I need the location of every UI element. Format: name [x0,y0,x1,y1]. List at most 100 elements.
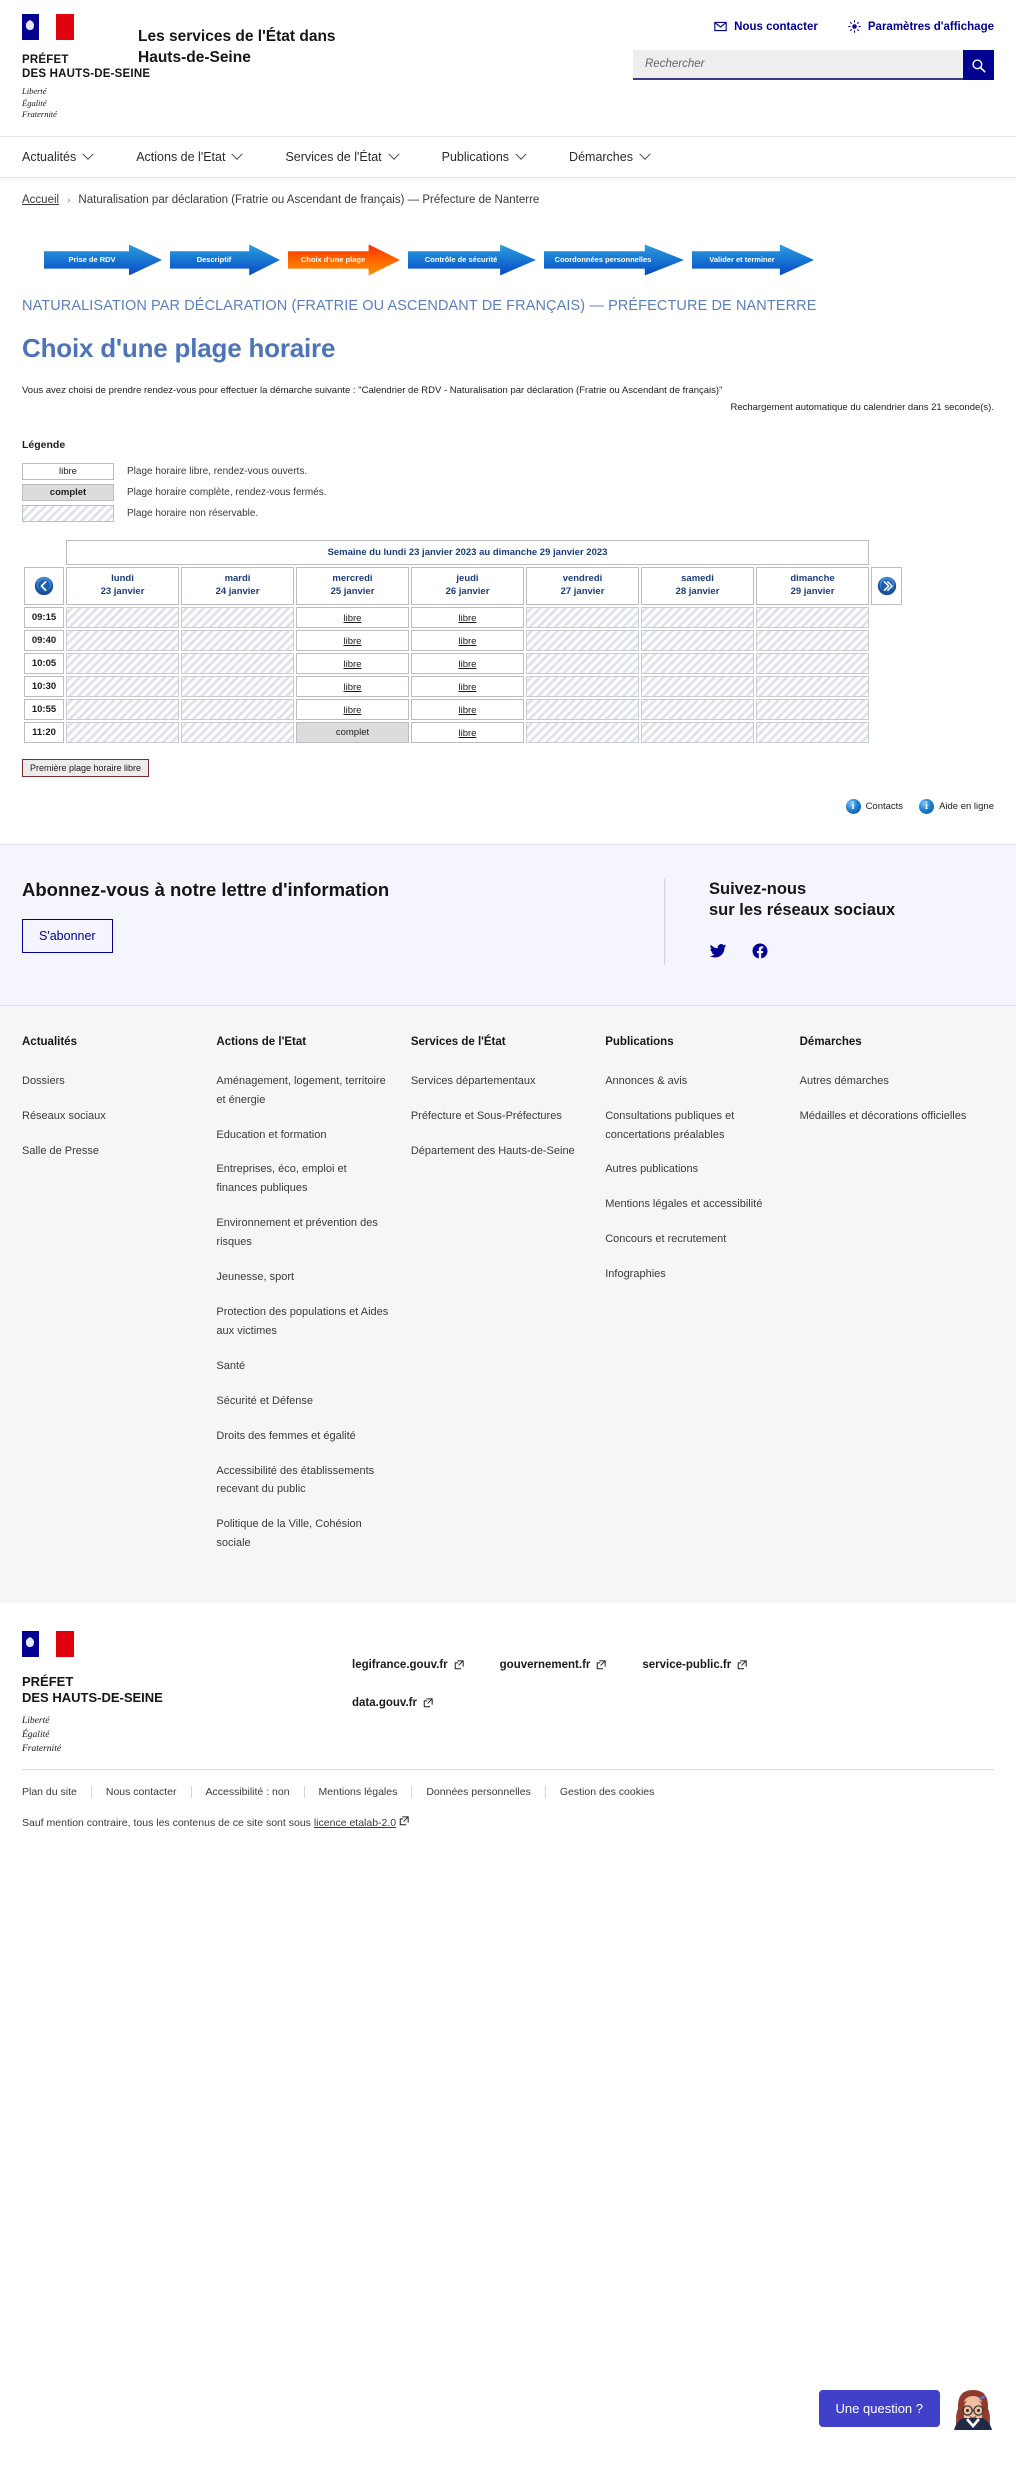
footer-link[interactable]: Préfecture et Sous-Préfectures [411,1107,583,1126]
twitter-link[interactable] [709,942,727,965]
slot-free-link[interactable]: libre [459,728,477,739]
contacts-help-link[interactable]: i Contacts [845,798,904,814]
first-free-slot-button[interactable]: Première plage horaire libre [22,758,150,777]
footer-link[interactable]: Annonces & avis [605,1072,777,1091]
slot-free-link[interactable]: libre [344,705,362,716]
nav-item-actions-de-l-etat[interactable]: Actions de l'Etat [136,137,263,177]
calendar-row: 10:55 libre libre [24,698,902,720]
calendar-slot-free[interactable]: libre [296,629,409,651]
external-link[interactable]: legifrance.gouv.fr [352,1659,464,1671]
slot-free-link[interactable]: libre [344,659,362,670]
footer-link[interactable]: Mentions légales et accessibilité [605,1195,777,1214]
external-link[interactable]: gouvernement.fr [500,1659,607,1671]
search-button[interactable] [963,50,994,80]
calendar-slot-free[interactable]: libre [296,675,409,697]
facebook-link[interactable] [751,942,769,965]
stepper-step-4[interactable]: Contrôle de sécurité [408,244,536,276]
footer-link[interactable]: Salle de Presse [22,1142,194,1161]
facebook-icon [752,943,768,959]
display-settings-link[interactable]: Paramètres d'affichage [848,20,994,33]
stepper-step-6[interactable]: Valider et terminer [692,244,814,276]
contact-link[interactable]: Nous contacter [714,20,818,33]
nav-item-d-marches[interactable]: Démarches [569,137,671,177]
license-link[interactable]: licence etalab-2.0 [314,1817,396,1829]
marianne-logo: PRÉFET DES HAUTS-DE-SEINE Liberté Égalit… [22,14,150,120]
slot-free-link[interactable]: libre [459,613,477,624]
slot-free-link[interactable]: libre [459,636,477,647]
previous-week-button[interactable] [24,567,64,605]
footer-link[interactable]: Concours et recrutement [605,1230,777,1249]
search-input[interactable] [633,50,963,80]
footer-link[interactable]: Santé [216,1357,388,1376]
footer-link[interactable]: Dossiers [22,1072,194,1091]
footer-meta-link[interactable]: Plan du site [22,1786,91,1798]
calendar-slot-free[interactable]: libre [411,721,524,743]
footer-meta-link[interactable]: Mentions légales [303,1785,412,1798]
calendar-row: 10:05 libre libre [24,652,902,674]
footer-link[interactable]: Droits des femmes et égalité [216,1427,388,1446]
marianne-line-1: PRÉFET [22,54,69,66]
footer-link[interactable]: Département des Hauts-de-Seine [411,1142,583,1161]
stepper-step-1[interactable]: Prise de RDV [44,244,162,276]
subscribe-button[interactable]: S'abonner [22,918,113,953]
footer-link[interactable]: Education et formation [216,1126,388,1145]
next-week-button[interactable] [871,567,902,605]
footer-link[interactable]: Jeunesse, sport [216,1268,388,1287]
footer-link[interactable]: Autres publications [605,1160,777,1179]
chat-avatar-icon[interactable] [952,2386,994,2430]
footer-link[interactable]: Entreprises, éco, emploi et finances pub… [216,1160,388,1198]
calendar-slot-free[interactable]: libre [411,698,524,720]
footer-link[interactable]: Politique de la Ville, Cohésion sociale [216,1515,388,1553]
search-bar[interactable] [633,50,994,80]
footer-meta-link[interactable]: Gestion des cookies [544,1785,669,1798]
calendar-slot-free[interactable]: libre [296,698,409,720]
calendar-slot-free[interactable]: libre [411,675,524,697]
footer-link[interactable]: Médailles et décorations officielles [800,1107,972,1126]
marianne-title: PRÉFET DES HAUTS-DE-SEINE [22,53,150,81]
online-help-link[interactable]: i Aide en ligne [919,798,994,814]
footer-logo-title: PRÉFET DES HAUTS-DE-SEINE [22,1674,352,1706]
external-link[interactable]: data.gouv.fr [352,1697,433,1709]
nav-item-label: Actualités [22,150,77,165]
stepper-step-3[interactable]: Choix d'une plage [288,244,400,276]
footer-meta-link[interactable]: Accessibilité : non [190,1785,304,1798]
external-links-row-2: data.gouv.fr [352,1697,994,1709]
footer-meta-link[interactable]: Données personnelles [411,1785,545,1798]
chat-widget[interactable]: Une question ? [818,2386,994,2430]
chat-question-button[interactable]: Une question ? [818,2389,940,2427]
breadcrumb-home[interactable]: Accueil [22,194,59,206]
footer-link[interactable]: Accessibilité des établissements recevan… [216,1462,388,1500]
slot-free-link[interactable]: libre [344,682,362,693]
page-title: Choix d'une plage horaire [22,333,336,363]
brand-block[interactable]: PRÉFET DES HAUTS-DE-SEINE Liberté Égalit… [22,14,368,120]
calendar-slot-free[interactable]: libre [296,606,409,628]
calendar-slot-free[interactable]: libre [411,652,524,674]
slot-free-link[interactable]: libre [344,636,362,647]
footer-link[interactable]: Environnement et prévention des risques [216,1214,388,1252]
footer-link[interactable]: Sécurité et Défense [216,1392,388,1411]
footer-link[interactable]: Services départementaux [411,1072,583,1091]
calendar-day-date: 25 janvier [330,586,375,598]
calendar-slot-free[interactable]: libre [411,606,524,628]
stepper-step-5[interactable]: Coordonnées personnelles [544,244,684,276]
calendar-slot-free[interactable]: libre [411,629,524,651]
footer-link[interactable]: Consultations publiques et concertations… [605,1107,777,1145]
footer-link[interactable]: Réseaux sociaux [22,1107,194,1126]
calendar-slot-free[interactable]: libre [296,652,409,674]
external-link[interactable]: service-public.fr [642,1659,747,1671]
footer-link[interactable]: Aménagement, logement, territoire et éne… [216,1072,388,1110]
slot-free-link[interactable]: libre [344,613,362,624]
calendar-day-header: dimanche 29 janvier [756,567,869,605]
slot-free-link[interactable]: libre [459,659,477,670]
footer-meta-link[interactable]: Nous contacter [90,1785,191,1798]
footer-link[interactable]: Autres démarches [800,1072,972,1091]
slot-free-link[interactable]: libre [459,705,477,716]
footer-link[interactable]: Infographies [605,1265,777,1284]
contacts-help-label: Contacts [865,800,904,812]
nav-item-actualit-s[interactable]: Actualités [22,137,114,177]
slot-free-link[interactable]: libre [459,682,477,693]
nav-item-publications[interactable]: Publications [442,137,547,177]
nav-item-services-de-l-tat[interactable]: Services de l'État [285,137,419,177]
footer-link[interactable]: Protection des populations et Aides aux … [216,1303,388,1341]
stepper-step-2[interactable]: Descriptif [170,244,280,276]
